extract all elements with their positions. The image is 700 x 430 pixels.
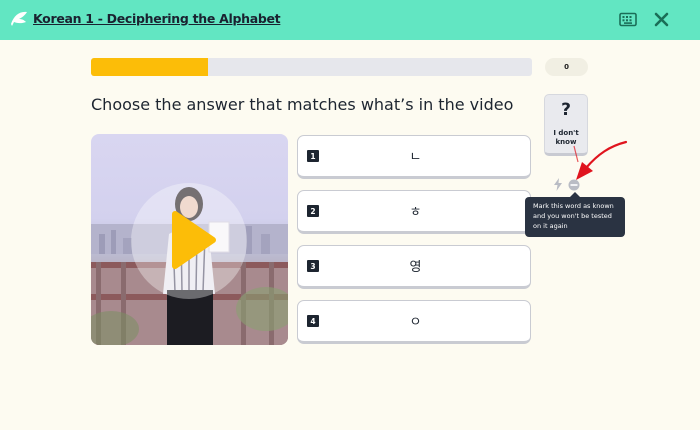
option-number: 1 <box>307 150 319 162</box>
option-number: 3 <box>307 260 319 272</box>
option-text: ㅇ <box>409 315 422 330</box>
question-prompt: Choose the answer that matches what’s in… <box>91 95 514 114</box>
option-number: 2 <box>307 205 319 217</box>
bee-logo-icon[interactable] <box>9 9 29 29</box>
option-text: ㄴ <box>409 150 422 165</box>
answer-option-2[interactable]: 2 ㅎ <box>297 190 531 234</box>
video-player[interactable] <box>91 134 288 345</box>
course-title[interactable]: Korean 1 - Deciphering the Alphabet <box>33 11 281 26</box>
progress-bar <box>91 58 532 76</box>
progress-fill <box>91 58 208 76</box>
option-text: ㅎ <box>409 205 422 220</box>
option-text: 영 <box>409 260 422 275</box>
keyboard-icon[interactable] <box>619 12 637 27</box>
annotation-arrow <box>573 140 628 180</box>
close-icon[interactable] <box>653 11 670 28</box>
question-mark-icon: ? <box>561 100 571 120</box>
score-counter: 0 <box>545 58 588 76</box>
video-thumbnail <box>91 183 288 345</box>
option-number: 4 <box>307 315 319 327</box>
answer-option-4[interactable]: 4 ㅇ <box>297 300 531 344</box>
top-bar: Korean 1 - Deciphering the Alphabet <box>0 0 700 40</box>
ignore-tooltip: Mark this word as known and you won't be… <box>525 197 625 237</box>
answer-option-1[interactable]: 1 ㄴ <box>297 135 531 179</box>
answer-option-3[interactable]: 3 영 <box>297 245 531 289</box>
